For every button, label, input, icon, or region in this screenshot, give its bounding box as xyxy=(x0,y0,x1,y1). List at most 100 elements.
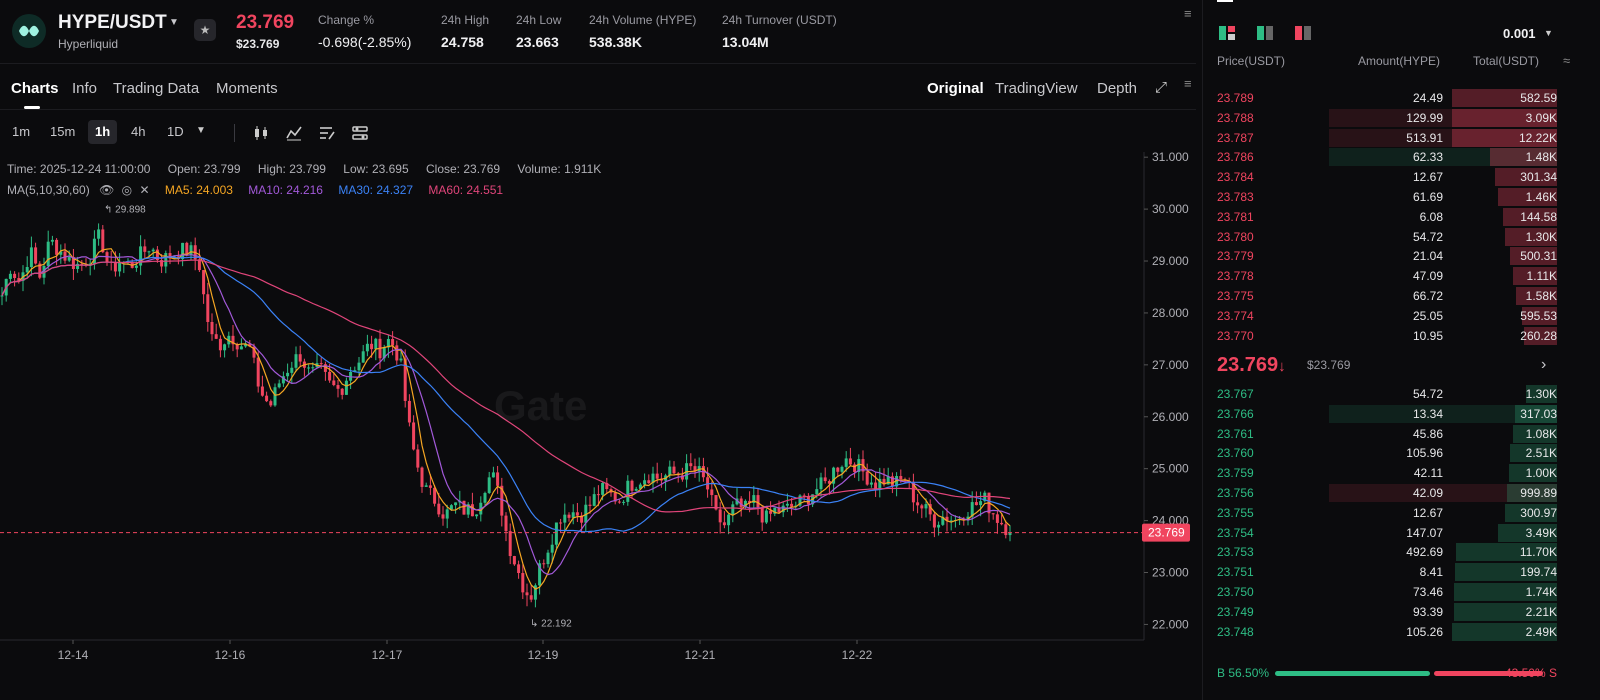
pair-network: Hyperliquid xyxy=(58,37,119,51)
chart-settings-icon[interactable] xyxy=(351,124,369,142)
bid-row[interactable]: 23.759 42.11 1.00K xyxy=(1203,463,1600,483)
timeframe-15m[interactable]: 15m xyxy=(43,120,82,144)
menu-icon[interactable]: ≡ xyxy=(1184,76,1192,91)
price-chart[interactable]: 31.000 30.000 29.000 28.000 27.000 26.000 25.0… xyxy=(0,152,1196,668)
eye-icon[interactable]: 👁 xyxy=(99,183,114,197)
legend-close: Close: 23.769 xyxy=(426,162,501,176)
drawing-tools-icon[interactable] xyxy=(318,124,336,142)
tab-moments[interactable]: Moments xyxy=(216,80,278,97)
candle-body xyxy=(8,273,12,279)
bid-amount: 42.09 xyxy=(1412,485,1443,500)
candlestick-chart[interactable]: 31.000 30.000 29.000 28.000 27.000 26.000 25.0… xyxy=(0,152,1196,668)
ask-price: 23.786 xyxy=(1217,150,1254,165)
bid-row[interactable]: 23.750 73.46 1.74K xyxy=(1203,582,1600,602)
ask-row[interactable]: 23.780 54.72 1.30K xyxy=(1203,227,1600,247)
ask-row[interactable]: 23.787 513.91 12.22K xyxy=(1203,128,1600,148)
ask-row[interactable]: 23.786 62.33 1.48K xyxy=(1203,147,1600,167)
bid-total: 1.00K xyxy=(1525,466,1557,481)
ask-row[interactable]: 23.774 25.05 595.53 xyxy=(1203,306,1600,326)
candle-body xyxy=(164,253,168,267)
candle-body xyxy=(529,595,533,600)
bid-amount: 147.07 xyxy=(1406,525,1443,540)
tab-charts[interactable]: Charts xyxy=(11,80,59,97)
bid-total: 199.74 xyxy=(1520,565,1557,580)
orderbook-asks-icon[interactable] xyxy=(1293,24,1313,42)
ask-row[interactable]: 23.789 24.49 582.59 xyxy=(1203,88,1600,108)
bid-amount: 105.96 xyxy=(1406,446,1443,461)
candle-body xyxy=(575,512,579,516)
indicators-icon[interactable] xyxy=(285,124,303,142)
candlestick-type-icon[interactable] xyxy=(252,124,270,142)
timeframe-1d[interactable]: 1D xyxy=(160,120,191,144)
view-tradingview[interactable]: TradingView xyxy=(995,80,1078,97)
candle-body xyxy=(722,522,726,526)
orderbook-bids-icon[interactable] xyxy=(1255,24,1275,42)
tab-trading-data[interactable]: Trading Data xyxy=(113,80,199,97)
tick-size-select[interactable]: 0.001 xyxy=(1503,26,1536,41)
menu-icon[interactable]: ≡ xyxy=(1184,6,1192,21)
chevron-down-icon[interactable]: ▼ xyxy=(1544,28,1553,38)
x-tick-label: 12-16 xyxy=(215,648,246,662)
candle-body xyxy=(277,383,281,388)
view-original[interactable]: Original xyxy=(927,80,984,97)
pair-selector[interactable]: HYPE/USDT xyxy=(58,12,167,34)
bid-row[interactable]: 23.760 105.96 2.51K xyxy=(1203,443,1600,463)
header-price: Price(USDT) xyxy=(1217,54,1285,68)
ask-total: 301.34 xyxy=(1520,170,1557,185)
tab-info[interactable]: Info xyxy=(72,80,97,97)
close-icon[interactable]: ✕ xyxy=(139,183,149,197)
bid-row[interactable]: 23.761 45.86 1.08K xyxy=(1203,424,1600,444)
bid-amount: 8.41 xyxy=(1419,565,1443,580)
candle-body xyxy=(218,338,222,351)
bid-row[interactable]: 23.748 105.26 2.49K xyxy=(1203,622,1600,642)
candle-body xyxy=(265,395,269,402)
candle-body xyxy=(0,295,4,297)
mid-price-value: 23.769 xyxy=(1217,354,1279,376)
bid-row[interactable]: 23.767 54.72 1.30K xyxy=(1203,384,1600,404)
candle-body xyxy=(29,247,33,268)
bid-row[interactable]: 23.749 93.39 2.21K xyxy=(1203,602,1600,622)
ask-total: 3.09K xyxy=(1525,110,1557,125)
timeframe-1h[interactable]: 1h xyxy=(88,120,118,144)
timeframe-1m[interactable]: 1m xyxy=(5,120,37,144)
candle-body xyxy=(655,473,659,479)
settings-icon[interactable]: ◎ xyxy=(122,183,132,197)
legend-volume: Volume: 1.911K xyxy=(517,162,602,176)
buy-sell-ratio: B 56.50% 43.50% S xyxy=(1203,664,1600,684)
bid-total: 11.70K xyxy=(1519,545,1557,560)
ask-row[interactable]: 23.778 47.09 1.11K xyxy=(1203,266,1600,286)
chevron-right-icon[interactable]: › xyxy=(1541,356,1546,374)
bid-row[interactable]: 23.766 13.34 317.03 xyxy=(1203,404,1600,424)
candle-body xyxy=(407,400,411,423)
chevron-down-icon[interactable]: ▼ xyxy=(169,17,179,28)
ask-row[interactable]: 23.775 66.72 1.58K xyxy=(1203,286,1600,306)
candle-body xyxy=(525,592,529,596)
candle-body xyxy=(202,270,206,295)
candle-body xyxy=(995,514,999,523)
bid-row[interactable]: 23.756 42.09 999.89 xyxy=(1203,483,1600,503)
timeframe-4h[interactable]: 4h xyxy=(124,120,152,144)
chart-tabs: Charts Info Trading Data Moments Origina… xyxy=(0,66,1196,110)
bid-row[interactable]: 23.751 8.41 199.74 xyxy=(1203,562,1600,582)
ask-row[interactable]: 23.783 61.69 1.46K xyxy=(1203,187,1600,207)
ask-row[interactable]: 23.781 6.08 144.58 xyxy=(1203,207,1600,227)
favorite-star-icon[interactable]: ★ xyxy=(194,19,216,41)
ask-price: 23.775 xyxy=(1217,288,1254,303)
bid-row[interactable]: 23.755 12.67 300.97 xyxy=(1203,503,1600,523)
bid-row[interactable]: 23.754 147.07 3.49K xyxy=(1203,523,1600,543)
chevron-down-icon[interactable]: ▼ xyxy=(196,125,206,136)
ask-row[interactable]: 23.770 10.95 260.28 xyxy=(1203,326,1600,346)
candle-body xyxy=(50,239,54,242)
ask-row[interactable]: 23.779 21.04 500.31 xyxy=(1203,246,1600,266)
candle-body xyxy=(336,385,340,389)
candle-body xyxy=(340,388,344,395)
settings-icon[interactable]: ≈ xyxy=(1563,53,1570,68)
view-depth[interactable]: Depth xyxy=(1097,80,1137,97)
ask-row[interactable]: 23.784 12.67 301.34 xyxy=(1203,167,1600,187)
orderbook-both-icon[interactable] xyxy=(1217,24,1237,42)
ask-amount: 62.33 xyxy=(1412,150,1443,165)
legend-ma5: MA5: 24.003 xyxy=(164,183,233,197)
bid-row[interactable]: 23.753 492.69 11.70K xyxy=(1203,542,1600,562)
expand-icon[interactable]: ⤢ xyxy=(1155,79,1167,96)
ask-row[interactable]: 23.788 129.99 3.09K xyxy=(1203,108,1600,128)
